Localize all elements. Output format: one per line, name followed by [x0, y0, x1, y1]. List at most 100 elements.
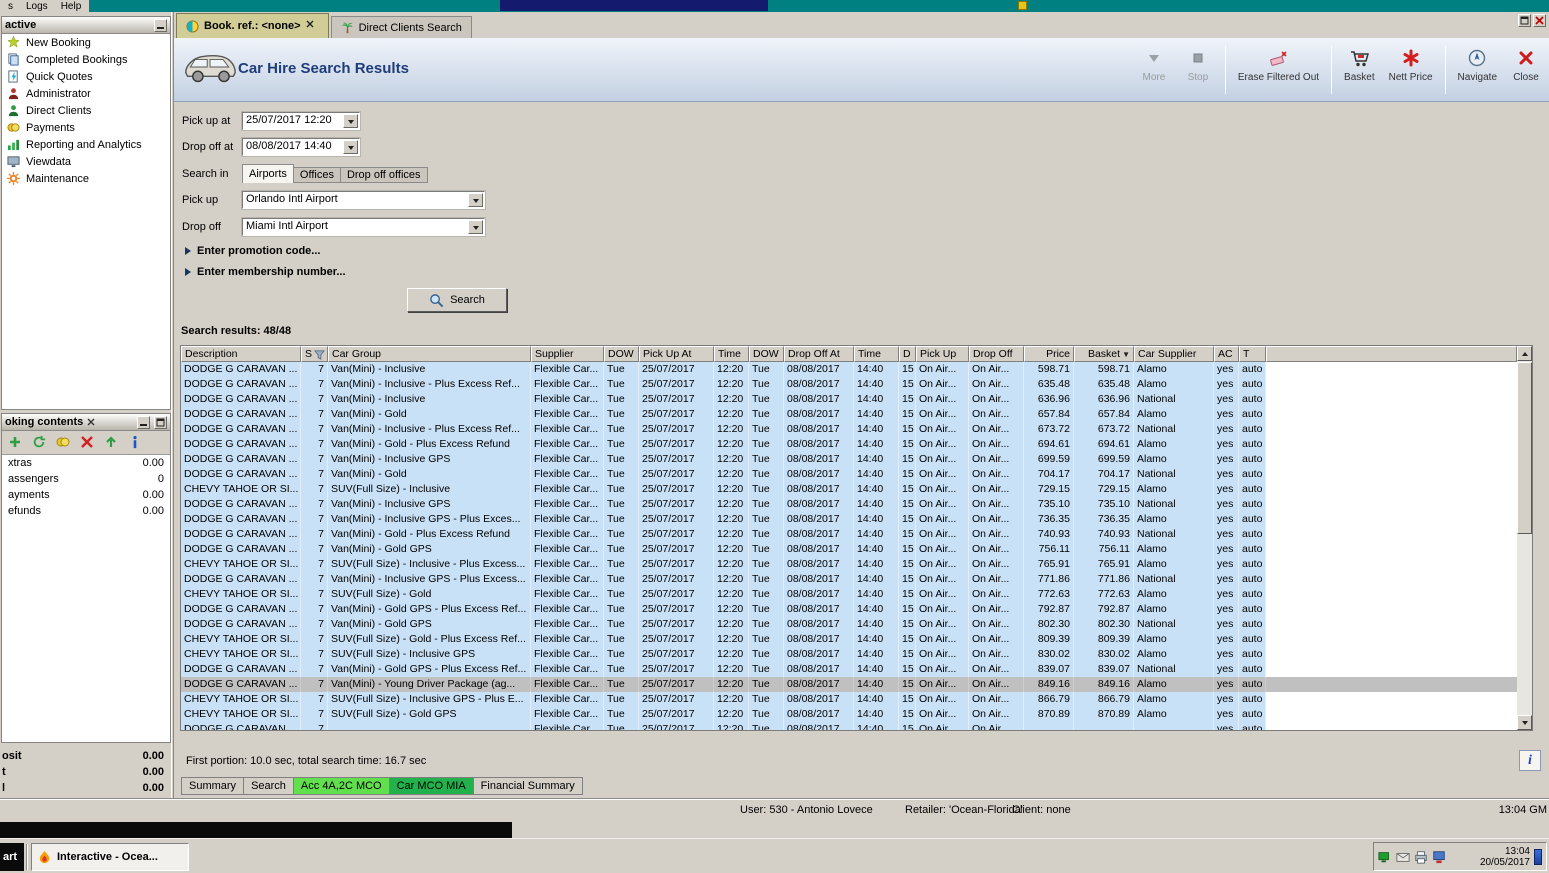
result-row[interactable]: CHEVY TAHOE OR SI... 7 SUV(Full Size) - Go…	[181, 632, 1517, 647]
result-row[interactable]: DODGE G CARAVAN ... 7 Van(Mini) - Inclusiv…	[181, 377, 1517, 392]
dropdown-arrow-icon[interactable]	[343, 140, 358, 154]
menu-item-help[interactable]: Help	[61, 1, 82, 12]
mail-icon[interactable]	[1396, 850, 1410, 864]
column-header-car-group[interactable]: Car Group	[328, 346, 531, 362]
result-row[interactable]: DODGE G CARAVAN ... 7 Van(Mini) - Gold - P…	[181, 527, 1517, 542]
column-header-basket[interactable]: Basket ▼	[1074, 346, 1134, 362]
add-icon[interactable]	[8, 435, 23, 450]
result-row[interactable]: DODGE G CARAVAN ... 7 Van(Mini) - Gold GPS…	[181, 542, 1517, 557]
tab-book-ref-none[interactable]: Book. ref.: <none>	[176, 13, 329, 38]
column-header-price[interactable]: Price	[1024, 346, 1074, 362]
menu-item-s[interactable]: s	[8, 1, 13, 12]
window-close-button[interactable]	[1533, 14, 1546, 27]
refresh-icon[interactable]	[32, 435, 47, 450]
sidebar-item-viewdata[interactable]: Viewdata	[2, 153, 170, 170]
close-panel-icon[interactable]	[87, 418, 95, 426]
column-header-time[interactable]: Time	[854, 346, 899, 362]
sidebar-item-administrator[interactable]: Administrator	[2, 85, 170, 102]
result-row[interactable]: DODGE G CARAVAN ... 7 Van(Mini) - Inclusiv…	[181, 512, 1517, 527]
membership-number-expander[interactable]: Enter membership number...	[185, 266, 346, 278]
result-row[interactable]: DODGE G CARAVAN ... 7 Van(Mini) - Gold Flex…	[181, 407, 1517, 422]
bottom-tab-acc-4a-2c-mco[interactable]: Acc 4A,2C MCO	[292, 777, 390, 795]
result-row[interactable]: DODGE G CARAVAN ... 7 Van(Mini) - Inclusiv…	[181, 362, 1517, 377]
scrollbar-thumb[interactable]	[1517, 362, 1532, 534]
result-row[interactable]: CHEVY TAHOE OR SI... 7 SUV(Full Size) - In…	[181, 482, 1517, 497]
result-row[interactable]: CHEVY TAHOE OR SI... 7 SUV(Full Size) - In…	[181, 692, 1517, 707]
sidebar-item-maintenance[interactable]: Maintenance	[2, 170, 170, 187]
result-row[interactable]: DODGE G CARAVAN ... 7 Van(Mini) - Gold Flex…	[181, 467, 1517, 482]
bottom-tab-car-mco-mia[interactable]: Car MCO MIA	[388, 777, 474, 795]
column-header-drop-off-at[interactable]: Drop Off At	[784, 346, 854, 362]
result-row[interactable]: CHEVY TAHOE OR SI... 7 SUV(Full Size) - Go…	[181, 587, 1517, 602]
result-row[interactable]: DODGE G CARAVAN ... 7 Van(Mini) - Gold GPS…	[181, 662, 1517, 677]
column-header-pick-up-at[interactable]: Pick Up At	[639, 346, 714, 362]
dropdown-arrow-icon[interactable]	[468, 193, 483, 207]
network-icon[interactable]	[1378, 850, 1392, 864]
restore-button[interactable]	[154, 415, 167, 429]
column-header-pick-up[interactable]: Pick Up	[916, 346, 969, 362]
column-header-description[interactable]: Description	[181, 346, 301, 362]
column-header-drop-off[interactable]: Drop Off	[969, 346, 1024, 362]
sidebar-item-completed-bookings[interactable]: Completed Bookings	[2, 51, 170, 68]
sidebar-item-direct-clients[interactable]: Direct Clients	[2, 102, 170, 119]
dropdown-arrow-icon[interactable]	[343, 114, 358, 128]
search-in-tab-drop-off-offices[interactable]: Drop off offices	[340, 167, 428, 183]
money-icon[interactable]	[56, 435, 71, 450]
pickup-combobox[interactable]: Orlando Intl Airport	[241, 190, 486, 210]
column-header-d[interactable]: D	[899, 346, 916, 362]
taskbar-app-button[interactable]: Interactive - Ocea...	[31, 843, 189, 871]
restore-button[interactable]	[1518, 14, 1531, 27]
result-row[interactable]: DODGE G CARAVAN ... 7 Van(Mini) - Gold - P…	[181, 437, 1517, 452]
result-row[interactable]: CHEVY TAHOE OR SI... 7 SUV(Full Size) - In…	[181, 647, 1517, 662]
bottom-tab-search[interactable]: Search	[243, 777, 294, 795]
start-button[interactable]: art	[0, 843, 24, 871]
minimize-button[interactable]	[137, 415, 150, 429]
column-header-time[interactable]: Time	[714, 346, 749, 362]
scroll-up-button[interactable]	[1517, 346, 1532, 361]
result-row[interactable]: DODGE G CARAVAN ... 7 Van(Mini) - Inclusiv…	[181, 572, 1517, 587]
result-row[interactable]: DODGE G CARAVAN ... 7 Flexible Car... Tue 25…	[181, 722, 1517, 730]
result-row[interactable]: DODGE G CARAVAN ... 7 Van(Mini) - Gold GPS…	[181, 602, 1517, 617]
pickup-at-input[interactable]: 25/07/2017 12:20	[241, 111, 361, 131]
collapse-panel-button[interactable]	[154, 18, 167, 32]
menu-item-logs[interactable]: Logs	[26, 1, 48, 12]
dropdown-arrow-icon[interactable]	[468, 220, 483, 234]
search-in-tab-offices[interactable]: Offices	[293, 167, 341, 183]
result-row[interactable]: DODGE G CARAVAN ... 7 Van(Mini) - Inclusiv…	[181, 392, 1517, 407]
nett-price-button[interactable]: Nett Price	[1387, 44, 1435, 96]
result-row[interactable]: DODGE G CARAVAN ... 7 Van(Mini) - Inclusiv…	[181, 422, 1517, 437]
vertical-scrollbar[interactable]	[1517, 346, 1532, 730]
column-header-ac[interactable]: AC	[1214, 346, 1239, 362]
device-icon[interactable]	[1432, 850, 1446, 864]
erase-filtered-out-button[interactable]: Erase Filtered Out	[1236, 44, 1321, 96]
navigate-button[interactable]: Navigate	[1456, 44, 1499, 96]
sidebar-item-reporting-and-analytics[interactable]: Reporting and Analytics	[2, 136, 170, 153]
promotion-code-expander[interactable]: Enter promotion code...	[185, 245, 320, 257]
sidebar-item-quick-quotes[interactable]: Quick Quotes	[2, 68, 170, 85]
info-button[interactable]: i	[1519, 750, 1541, 771]
result-row[interactable]: DODGE G CARAVAN ... 7 Van(Mini) - Gold GPS…	[181, 617, 1517, 632]
scroll-down-button[interactable]	[1517, 715, 1532, 730]
search-in-tab-airports[interactable]: Airports	[242, 164, 294, 183]
result-row[interactable]: CHEVY TAHOE OR SI... 7 SUV(Full Size) - In…	[181, 557, 1517, 572]
column-header-t[interactable]: T	[1239, 346, 1266, 362]
result-row[interactable]: DODGE G CARAVAN ... 7 Van(Mini) - Inclusiv…	[181, 452, 1517, 467]
dropoff-combobox[interactable]: Miami Intl Airport	[241, 217, 486, 237]
tab-direct-clients-search[interactable]: Direct Clients Search	[330, 16, 472, 38]
search-button[interactable]: Search	[407, 288, 507, 312]
column-header-supplier[interactable]: Supplier	[531, 346, 604, 362]
column-header-dow[interactable]: DOW	[604, 346, 639, 362]
column-header-s[interactable]: S	[301, 346, 328, 362]
result-row[interactable]: DODGE G CARAVAN ... 7 Van(Mini) - Inclusiv…	[181, 497, 1517, 512]
column-header-car-supplier[interactable]: Car Supplier	[1134, 346, 1214, 362]
result-row[interactable]: DODGE G CARAVAN ... 7 Van(Mini) - Young Dr…	[181, 677, 1517, 692]
basket-button[interactable]: Basket	[1342, 44, 1377, 96]
delete-icon[interactable]	[80, 435, 95, 450]
info-icon[interactable]	[128, 435, 143, 450]
printer-icon[interactable]	[1414, 850, 1428, 864]
result-row[interactable]: CHEVY TAHOE OR SI... 7 SUV(Full Size) - Go…	[181, 707, 1517, 722]
move-up-icon[interactable]	[104, 435, 119, 450]
bottom-tab-summary[interactable]: Summary	[181, 777, 245, 795]
close-x-icon[interactable]	[306, 20, 319, 33]
dropoff-at-input[interactable]: 08/08/2017 14:40	[241, 137, 361, 157]
